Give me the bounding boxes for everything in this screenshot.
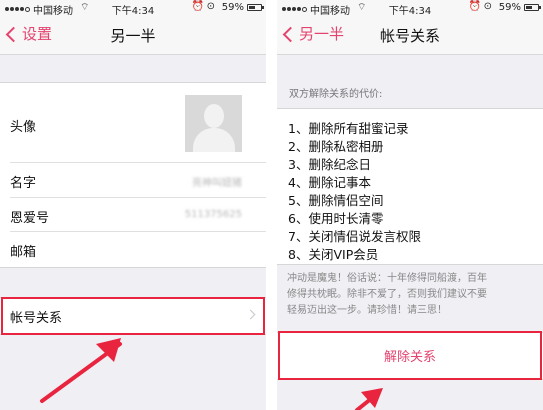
list-item: 6、使用时长清零 bbox=[288, 211, 384, 226]
right-screen: 中国移动 ⌔ 下午4:34 ⏰ ⊙ 59% 另一半 帐号关系 双方解除关系的代价… bbox=[277, 0, 543, 410]
consequence-list: 1、删除所有甜蜜记录 2、删除私密相册 3、删除纪念日 4、删除记事本 5、删除… bbox=[277, 108, 543, 265]
nav-bar: 另一半 帐号关系 bbox=[277, 16, 543, 55]
divider bbox=[266, 0, 277, 410]
love-id-label: 恩爱号 bbox=[10, 211, 50, 226]
pointer-arrow-icon bbox=[355, 388, 383, 410]
cost-header: 双方解除关系的代价: bbox=[289, 89, 383, 100]
highlight-box bbox=[278, 331, 542, 380]
list-item: 1、删除所有甜蜜记录 bbox=[288, 121, 409, 136]
alarm-icon: ⏰ bbox=[468, 1, 481, 12]
email-row[interactable]: 邮箱 bbox=[0, 232, 266, 267]
pointer-arrow-icon bbox=[40, 338, 122, 403]
left-screen: 中国移动 ⌔ 下午4:34 ⏰ ⊙ 59% 设置 另一半 头像 名字 亮神叫妞猪… bbox=[0, 0, 266, 410]
lock-rotation-icon: ⊙ bbox=[206, 1, 215, 12]
list-item: 5、删除情侣空间 bbox=[288, 193, 384, 208]
status-bar: 中国移动 ⌔ 下午4:34 ⏰ ⊙ 59% bbox=[0, 0, 266, 17]
battery-icon bbox=[524, 4, 541, 11]
name-value: 亮神叫妞猪 bbox=[192, 178, 242, 189]
name-row[interactable]: 名字 亮神叫妞猪 bbox=[0, 163, 266, 198]
warning-text: 冲动是魔鬼！俗话说：十年修得同船渡，百年 修得共枕眠。除非不爱了，否则我们建议不… bbox=[287, 271, 537, 319]
avatar-row[interactable]: 头像 bbox=[0, 83, 266, 163]
name-label: 名字 bbox=[10, 176, 37, 191]
warning-line: 冲动是魔鬼！俗话说：十年修得同船渡，百年 bbox=[287, 273, 487, 284]
battery-percent: 59% bbox=[498, 2, 521, 13]
profile-group: 头像 名字 亮神叫妞猪 恩爱号 511375625 邮箱 bbox=[0, 82, 266, 268]
page-title: 帐号关系 bbox=[379, 27, 440, 45]
list-item: 8、关闭VIP会员 bbox=[288, 247, 379, 262]
battery-icon bbox=[247, 4, 264, 11]
list-item: 4、删除记事本 bbox=[288, 175, 371, 190]
list-item: 7、关闭情侣说发言权限 bbox=[288, 229, 421, 244]
warning-line: 轻易迈出这一步。请珍惜！请三思！ bbox=[287, 305, 447, 316]
page-title: 另一半 bbox=[110, 27, 156, 45]
lock-rotation-icon: ⊙ bbox=[483, 1, 492, 12]
alarm-icon: ⏰ bbox=[191, 1, 204, 12]
warning-line: 修得共枕眠。除非不爱了，否则我们建议不要 bbox=[287, 289, 487, 300]
avatar-label: 头像 bbox=[10, 120, 37, 135]
love-id-row[interactable]: 恩爱号 511375625 bbox=[0, 198, 266, 232]
list-item: 2、删除私密相册 bbox=[288, 139, 384, 154]
love-id-value: 511375625 bbox=[184, 209, 242, 220]
nav-bar: 设置 另一半 bbox=[0, 16, 266, 55]
battery-percent: 59% bbox=[221, 2, 244, 13]
email-label: 邮箱 bbox=[10, 245, 37, 260]
avatar[interactable] bbox=[185, 95, 242, 152]
list-item: 3、删除纪念日 bbox=[288, 157, 371, 172]
status-bar: 中国移动 ⌔ 下午4:34 ⏰ ⊙ 59% bbox=[277, 0, 543, 17]
